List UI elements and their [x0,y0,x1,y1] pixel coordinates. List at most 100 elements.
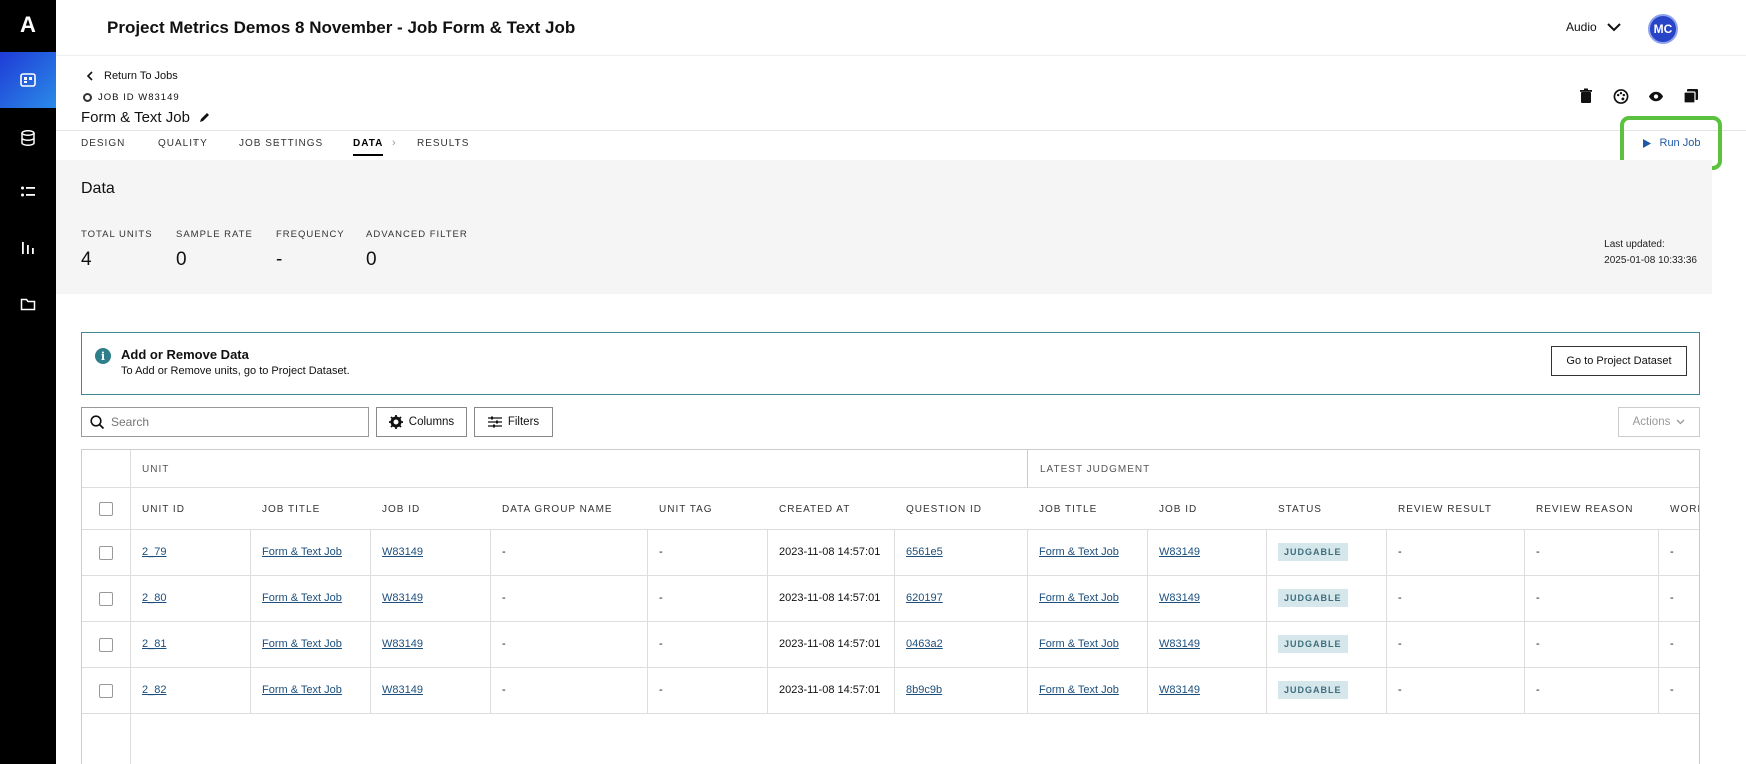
return-to-jobs-link[interactable]: Return To Jobs [86,70,178,82]
stat-value: 4 [81,249,92,270]
row-checkbox[interactable] [99,684,113,698]
table-cell: 2_80 [130,576,250,622]
cell-link[interactable]: 0463a2 [906,638,943,650]
table-cell: 2_79 [130,530,250,576]
table-row[interactable]: 2_79 Form & Text Job W83149 - - 2023-11-08 14… [82,530,1699,576]
actions-dropdown[interactable]: Actions [1618,407,1700,437]
table-cell: Form & Text Job [250,668,370,714]
cell-link[interactable]: 2_80 [142,592,166,604]
sidebar-item-files[interactable] [0,276,56,332]
table-cell: - [1658,668,1699,714]
cell-link[interactable]: Form & Text Job [262,546,342,558]
cell-link[interactable]: W83149 [382,546,423,558]
stat-total-units: TOTAL UNITS 4 [81,229,153,271]
cell-text: - [659,684,663,696]
audio-dropdown[interactable]: Audio [1566,20,1621,34]
cell-link[interactable]: W83149 [1159,684,1200,696]
cell-link[interactable]: Form & Text Job [262,592,342,604]
filters-label: Filters [507,416,540,428]
table-cell: 2023-11-08 14:57:01 [767,530,894,576]
column-header[interactable]: DATA GROUP NAME [490,488,647,530]
columns-button[interactable]: Columns [376,407,467,437]
cell-text: 2023-11-08 14:57:01 [779,684,881,696]
cell-link[interactable]: Form & Text Job [1039,684,1119,696]
sidebar-item-reports[interactable] [0,220,56,276]
column-header[interactable]: REVIEW REASON [1524,488,1658,530]
list-icon [21,186,35,197]
cell-text: - [1670,546,1674,558]
column-header[interactable]: CREATED AT [767,488,894,530]
status-badge: JUDGABLE [1278,589,1348,607]
cell-link[interactable]: W83149 [1159,592,1200,604]
cell-link[interactable]: 2_79 [142,546,166,558]
app-logo[interactable]: A [0,12,56,38]
column-header[interactable]: WORK [1658,488,1699,530]
cell-text: - [502,684,506,696]
stat-label: FREQUENCY [276,229,345,240]
sidebar-item-projects[interactable] [0,52,56,108]
cell-link[interactable]: 2_81 [142,638,166,650]
row-checkbox[interactable] [99,592,113,606]
table-row[interactable]: 2_80 Form & Text Job W83149 - - 2023-11-08 14… [82,576,1699,622]
search-input[interactable] [111,415,351,429]
group-header-latest-judgment: LATEST JUDGMENT [1027,450,1699,488]
cell-link[interactable]: W83149 [382,638,423,650]
cell-link[interactable]: Form & Text Job [262,684,342,696]
cell-link[interactable]: W83149 [1159,638,1200,650]
cell-link[interactable]: W83149 [382,684,423,696]
column-header[interactable]: JOB TITLE [1027,488,1147,530]
tab-job-settings[interactable]: JOB SETTINGS [239,138,323,149]
cell-link[interactable]: 2_82 [142,684,166,696]
column-header[interactable]: JOB ID [1147,488,1266,530]
cell-link[interactable]: 8b9c9b [906,684,942,696]
row-checkbox[interactable] [99,546,113,560]
pencil-edit-icon[interactable] [198,111,211,124]
cell-link[interactable]: Form & Text Job [1039,592,1119,604]
table-cell: W83149 [1147,530,1266,576]
table-cell: - [1524,576,1658,622]
avatar[interactable]: MC [1648,14,1678,44]
cell-link[interactable]: Form & Text Job [262,638,342,650]
filters-button[interactable]: Filters [474,407,553,437]
table-cell: JUDGABLE [1266,576,1386,622]
audio-label: Audio [1566,20,1597,34]
cell-link[interactable]: W83149 [1159,546,1200,558]
row-checkbox[interactable] [99,638,113,652]
table-row[interactable]: 2_81 Form & Text Job W83149 - - 2023-11-08 14… [82,622,1699,668]
sidebar-item-data[interactable] [0,110,56,166]
search-box [81,407,369,437]
column-header[interactable]: UNIT TAG [647,488,767,530]
play-icon [1642,138,1651,148]
trash-icon[interactable] [1578,88,1594,104]
table-cell: W83149 [1147,668,1266,714]
table-cell: 2023-11-08 14:57:01 [767,622,894,668]
tab-results[interactable]: RESULTS [417,138,469,149]
cell-text: - [1536,684,1540,696]
select-all-checkbox[interactable] [99,502,113,516]
palette-icon[interactable] [1613,88,1629,104]
projects-icon [20,73,36,87]
column-header[interactable]: STATUS [1266,488,1386,530]
column-header[interactable]: JOB TITLE [250,488,370,530]
table-row[interactable]: 2_82 Form & Text Job W83149 - - 2023-11-08 14… [82,668,1699,714]
column-header[interactable]: QUESTION ID [894,488,1027,530]
cell-link[interactable]: Form & Text Job [1039,546,1119,558]
tab-design[interactable]: DESIGN [81,138,125,149]
cell-link[interactable]: W83149 [382,592,423,604]
column-header[interactable]: UNIT ID [130,488,250,530]
go-to-project-dataset-button[interactable]: Go to Project Dataset [1551,346,1687,376]
sidebar-item-tasks[interactable] [0,164,56,220]
column-header[interactable]: REVIEW RESULT [1386,488,1524,530]
cell-link[interactable]: Form & Text Job [1039,638,1119,650]
eye-icon[interactable] [1648,88,1664,104]
chevron-down-icon [1676,419,1685,425]
column-header[interactable]: JOB ID [370,488,490,530]
tab-data[interactable]: DATA [353,138,384,156]
cell-link[interactable]: 620197 [906,592,943,604]
tab-quality[interactable]: QUALITY [158,138,208,149]
cell-text: 2023-11-08 14:57:01 [779,546,881,558]
info-title: Add or Remove Data [121,347,249,362]
copy-icon[interactable] [1683,88,1699,104]
cell-link[interactable]: 6561e5 [906,546,943,558]
status-badge: JUDGABLE [1278,543,1348,561]
